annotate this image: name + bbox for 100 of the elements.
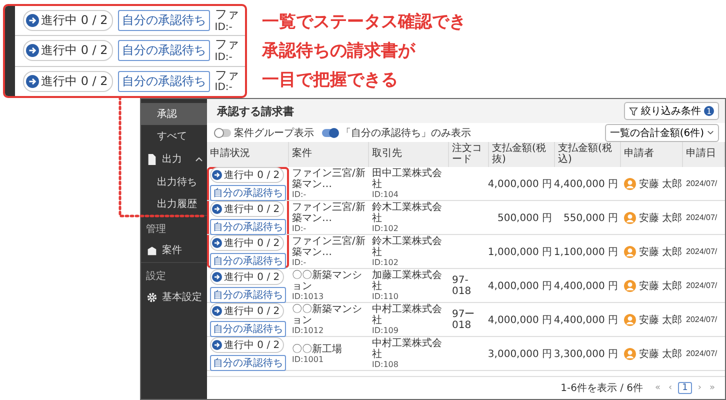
- section-label: 設定: [141, 262, 207, 285]
- status-badge: 進行中 0 / 2: [23, 10, 113, 32]
- approval-tag: 自分の承認待ち: [118, 70, 210, 92]
- status-badge: 進行中 0 / 2: [210, 200, 284, 216]
- page-button[interactable]: 1: [678, 382, 692, 394]
- column-header: 申請日: [683, 142, 725, 167]
- column-header: 取引先: [369, 142, 449, 167]
- client-id: ID:102: [372, 224, 398, 233]
- project-name: ファイン三宮/新築マン…: [292, 236, 366, 258]
- arrow-icon: [212, 272, 222, 282]
- date-cell: 2024/07/: [686, 315, 718, 324]
- toggle-label: 案件グループ表示: [234, 126, 314, 140]
- arrow-icon: [26, 14, 39, 28]
- sidebar-item[interactable]: 案件: [162, 243, 182, 257]
- chevron-icon: [707, 130, 714, 135]
- status-badge: 進行中 0 / 2: [210, 166, 284, 182]
- project-id: ID:1001: [292, 354, 324, 364]
- approval-tag: 自分の承認待ち: [210, 252, 286, 268]
- column-header: 支払金額(税込): [555, 142, 621, 167]
- approval-tag: 自分の承認待ち: [118, 10, 210, 32]
- date-cell: 2024/07/: [686, 179, 718, 188]
- amount-cell-text: 4,400,000 円: [554, 314, 618, 326]
- project-name: ファ: [214, 8, 239, 22]
- sidebar-item[interactable]: 出力待ち: [141, 171, 207, 193]
- applicant-name: 安藤 太郎: [639, 314, 682, 326]
- amount-cell-text: 1,100,000 円: [554, 246, 618, 258]
- settings-icon: [147, 292, 157, 302]
- avatar-icon: [624, 348, 636, 360]
- client-name: 田中工業株式会社: [372, 168, 443, 190]
- approval-tag: 自分の承認待ち: [210, 320, 286, 336]
- project-name: ファ: [214, 38, 239, 52]
- total-dropdown[interactable]: 一覧の合計金額(6件): [604, 124, 719, 142]
- amount-cell-text: 4,400,000 円: [554, 178, 618, 190]
- column-header: 申請状況: [207, 142, 289, 167]
- project-name: 〇〇新工場: [292, 344, 342, 354]
- avatar-icon: [624, 212, 636, 224]
- column-header: 申請者: [621, 142, 683, 167]
- client-id: ID:110: [372, 292, 398, 301]
- arrow-icon: [212, 238, 222, 248]
- column-header: 支払金額(税抜): [489, 142, 555, 167]
- order-code: 97ー018: [452, 308, 476, 330]
- document-icon: [147, 154, 157, 164]
- applicant-name: 安藤 太郎: [639, 280, 682, 292]
- column-header: 案件: [289, 142, 369, 167]
- headline-text: 一目で把握できる: [262, 69, 399, 92]
- sidebar-group[interactable]: 出力: [162, 152, 182, 166]
- status-badge: 進行中 0 / 2: [210, 234, 284, 250]
- building-icon: [147, 244, 157, 256]
- date-cell: 2024/07/: [686, 213, 718, 222]
- sidebar-item[interactable]: すべて: [141, 125, 207, 147]
- filter-icon: [629, 106, 638, 116]
- arrow-icon: [212, 306, 222, 316]
- avatar-icon: [624, 280, 636, 292]
- amount-cell-text: 4,400,000 円: [554, 280, 618, 292]
- project-name: ファイン三宮/新築マン…: [292, 202, 366, 224]
- date-cell: 2024/07/: [686, 349, 718, 358]
- project-id: ID:-: [292, 224, 306, 233]
- client-id: ID:104: [372, 190, 398, 199]
- avatar-icon: [624, 314, 636, 326]
- client-name: 中村工業株式会社: [372, 304, 443, 326]
- arrow-icon: [212, 170, 222, 180]
- filter-button[interactable]: 絞り込み条件 1: [624, 102, 719, 120]
- status-badge: 進行中 0 / 2: [23, 70, 113, 92]
- sidebar-item[interactable]: 基本設定: [162, 290, 202, 304]
- client-name: 鈴木工業株式会社: [372, 236, 443, 258]
- applicant-name: 安藤 太郎: [639, 348, 682, 360]
- toggle-switch[interactable]: [215, 128, 231, 136]
- page-title: 承認する請求書: [217, 104, 294, 118]
- amount-cell-text: 1,000,000 円: [488, 246, 552, 258]
- count-badge: 1: [704, 106, 714, 116]
- approval-tag: 自分の承認待ち: [210, 184, 286, 200]
- section-label: 管理: [141, 215, 207, 238]
- approval-tag: 自分の承認待ち: [210, 218, 286, 234]
- client-name: 中村工業株式会社: [372, 338, 443, 360]
- toggle-label: 「自分の承認待ち」のみ表示: [341, 126, 471, 140]
- client-id: ID:102: [372, 258, 398, 267]
- headline-text: 一覧でステータス確認でき: [262, 11, 466, 34]
- arrow-icon: [212, 204, 222, 214]
- amount-cell-text: 500,000 円: [497, 212, 552, 224]
- client-name: 加藤工業株式会社: [372, 270, 443, 292]
- applicant-name: 安藤 太郎: [639, 178, 682, 190]
- order-code: 97-018: [452, 274, 472, 296]
- toggle-switch[interactable]: [322, 128, 338, 136]
- amount-cell-text: 550,000 円: [563, 212, 618, 224]
- date-cell: 2024/07/: [686, 247, 718, 256]
- client-id: ID:108: [372, 360, 398, 369]
- avatar-icon: [624, 246, 636, 258]
- project-name: ファ: [214, 68, 239, 82]
- approval-tag: 自分の承認待ち: [118, 40, 210, 62]
- status-badge: 進行中 0 / 2: [23, 40, 113, 62]
- project-id: ID:-: [214, 82, 234, 94]
- avatar-icon: [624, 178, 636, 190]
- project-id: ID:1012: [292, 326, 324, 335]
- applicant-name: 安藤 太郎: [639, 212, 682, 224]
- approval-tag: 自分の承認待ち: [210, 354, 286, 370]
- project-id: ID:-: [292, 190, 306, 199]
- sidebar-item[interactable]: 出力履歴: [141, 193, 207, 215]
- sidebar-item[interactable]: 承認: [141, 103, 207, 125]
- project-name: ファイン三宮/新築マン…: [292, 168, 366, 190]
- project-id: ID:-: [214, 52, 234, 64]
